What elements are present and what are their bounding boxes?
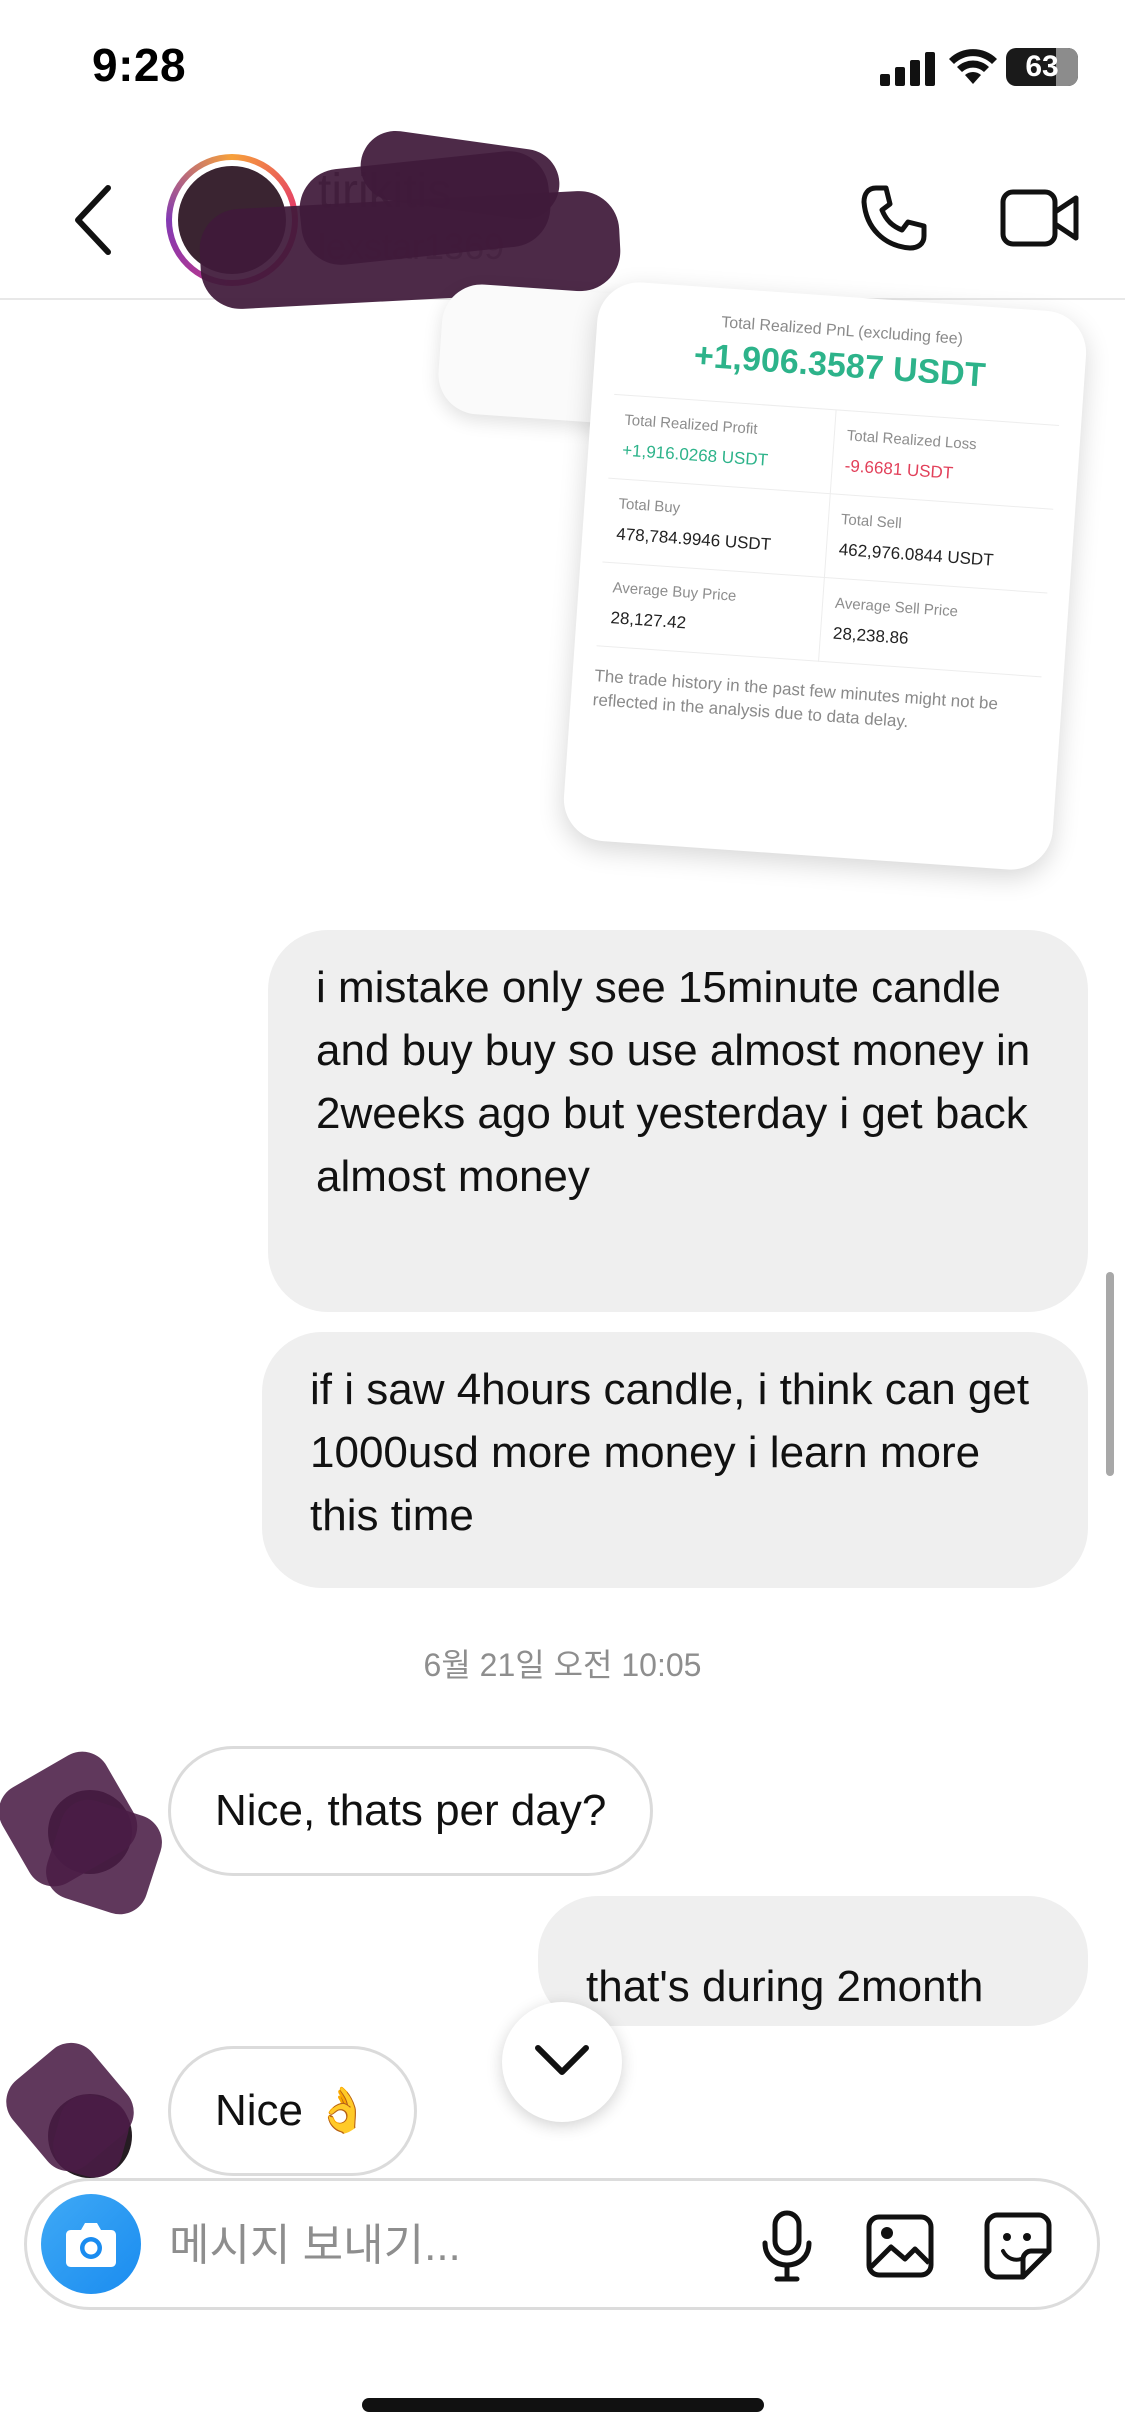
wifi-icon <box>949 49 997 84</box>
sticker-icon[interactable] <box>983 2211 1053 2281</box>
incoming-message[interactable]: Nice, thats per day? <box>168 1746 654 1876</box>
pnl-stat-value: 478,784.9946 USDT <box>615 524 772 555</box>
pnl-stat: Total Buy 478,784.9946 USDT <box>602 478 831 578</box>
pnl-stat-label: Average Buy Price <box>612 579 737 605</box>
pnl-stat-label: Total Realized Profit <box>623 411 759 438</box>
chat-header: tirikitis lexstar1369 <box>0 126 1125 311</box>
gallery-icon[interactable] <box>865 2213 935 2279</box>
chevron-down-icon <box>535 2045 589 2075</box>
cellular-signal-icon <box>880 52 935 86</box>
incoming-message[interactable]: Nice 👌 <box>168 2046 418 2176</box>
pnl-stat-value: -9.6681 USDT <box>844 456 954 483</box>
phone-icon[interactable] <box>858 182 928 254</box>
pnl-stat-label: Total Sell <box>840 510 903 533</box>
pnl-stats-grid: Total Realized Profit +1,916.0268 USDT T… <box>596 393 1060 678</box>
pnl-note: The trade history in the past few minute… <box>592 666 999 732</box>
pnl-stat: Total Realized Profit +1,916.0268 USDT <box>608 394 837 495</box>
message-timestamp: 6월 21일 오전 10:05 <box>423 1647 702 1683</box>
pnl-stat-value: +1,916.0268 USDT <box>621 440 769 470</box>
message-input[interactable] <box>169 2211 729 2281</box>
pnl-stat-value: 462,976.0844 USDT <box>838 539 995 570</box>
video-camera-icon[interactable] <box>1000 186 1080 250</box>
pnl-stat: Average Sell Price 28,238.86 <box>819 577 1048 678</box>
scrollbar[interactable] <box>1106 1272 1114 1476</box>
status-bar: 9:28 63 <box>0 0 1125 140</box>
microphone-icon[interactable] <box>757 2209 817 2283</box>
pnl-stat-value: 28,127.42 <box>609 608 687 633</box>
pnl-stat-label: Average Sell Price <box>834 594 959 621</box>
camera-icon <box>66 2223 116 2267</box>
pnl-stat-label: Total Realized Loss <box>846 427 978 454</box>
message-composer <box>24 2178 1100 2310</box>
outgoing-message[interactable]: i mistake only see 15minute candle and b… <box>268 930 1088 1312</box>
back-arrow-icon[interactable] <box>64 182 124 258</box>
outgoing-message[interactable]: that's during 2month <box>538 1896 1088 2026</box>
battery-level: 63 <box>1025 50 1059 83</box>
pnl-stat-value: 28,238.86 <box>832 623 910 648</box>
pnl-stat: Total Sell 462,976.0844 USDT <box>824 494 1054 594</box>
shared-pnl-image[interactable]: Total Realized PnL (excluding fee) +1,90… <box>561 279 1089 873</box>
battery-icon: 63 <box>1006 48 1078 86</box>
pnl-stat: Average Buy Price 28,127.42 <box>596 562 825 662</box>
camera-button[interactable] <box>41 2194 141 2294</box>
scroll-to-bottom-button[interactable] <box>502 2002 622 2122</box>
outgoing-message[interactable]: if i saw 4hours candle, i think can get … <box>262 1332 1088 1588</box>
status-time: 9:28 <box>92 39 187 91</box>
pnl-stat: Total Realized Loss -9.6681 USDT <box>830 410 1060 510</box>
home-indicator <box>362 2398 764 2412</box>
pnl-stat-label: Total Buy <box>617 495 681 517</box>
